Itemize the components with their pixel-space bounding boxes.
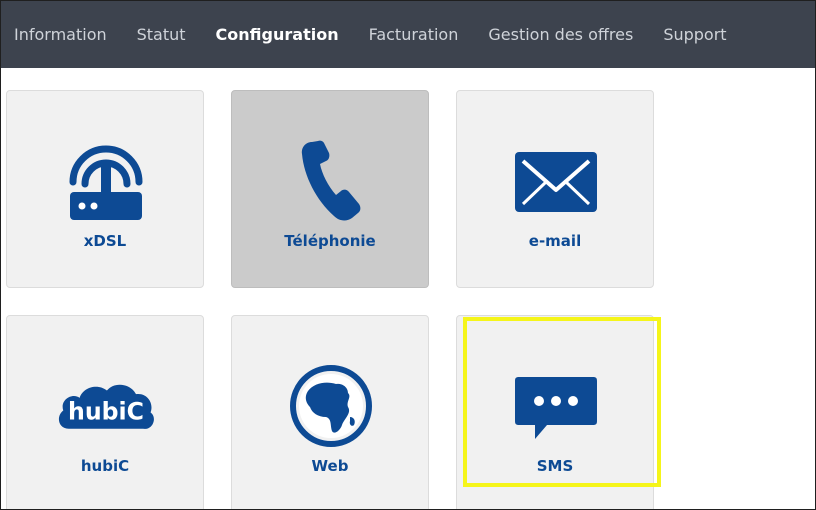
sms-bubble-icon [506,356,606,456]
phone-icon [281,131,381,231]
tile-xdsl[interactable]: xDSL [6,90,204,288]
tile-label: hubiC [80,457,130,475]
tile-telephonie[interactable]: Téléphonie [231,90,429,288]
tile-label: Téléphonie [284,232,376,250]
tile-web[interactable]: Web [231,315,429,509]
nav-gestion-des-offres[interactable]: Gestion des offres [488,25,633,44]
app-window: Information Statut Configuration Factura… [0,0,816,510]
top-navigation: Information Statut Configuration Factura… [1,1,815,68]
hubic-logo: hubiC [56,356,156,456]
router-icon [56,131,156,231]
nav-support[interactable]: Support [663,25,726,44]
tile-label: e-mail [528,232,582,250]
nav-information[interactable]: Information [14,25,107,44]
tile-sms[interactable]: SMS [456,315,654,509]
tile-hubic[interactable]: hubiC hubiC [6,315,204,509]
tile-email[interactable]: e-mail [456,90,654,288]
tile-label: xDSL [83,232,127,250]
service-tiles: xDSL Téléphonie e-mail hubiC hubiC Web S… [1,68,815,509]
nav-configuration[interactable]: Configuration [216,25,339,44]
tile-label: Web [311,457,349,475]
envelope-icon [506,131,606,231]
nav-statut[interactable]: Statut [137,25,186,44]
tile-label: SMS [536,457,574,475]
globe-icon [281,356,381,456]
nav-facturation[interactable]: Facturation [369,25,459,44]
svg-text:hubiC: hubiC [68,398,144,426]
